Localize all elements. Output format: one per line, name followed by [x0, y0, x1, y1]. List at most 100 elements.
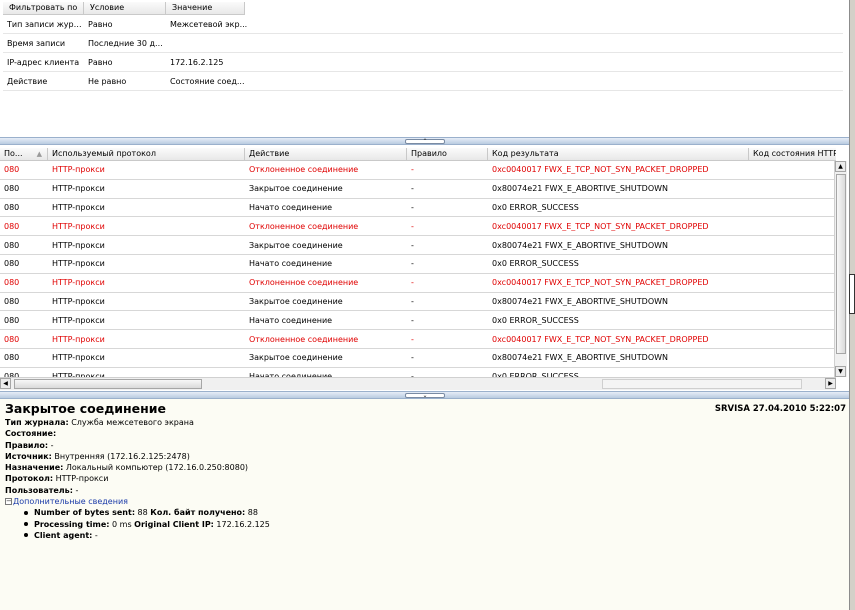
filter-header-field[interactable]: Фильтровать по — [3, 2, 84, 14]
col-http-status[interactable]: Код состояния HTTP — [749, 148, 836, 160]
filter-row[interactable]: Время записи Последние 30 д... — [3, 34, 843, 53]
col-protocol[interactable]: Используемый протокол — [48, 148, 245, 160]
cell-action: Отклоненное соединение — [249, 334, 359, 344]
side-panel-grip[interactable] — [849, 274, 855, 314]
cell-protocol: HTTP-прокси — [52, 296, 105, 306]
detail-field: Протокол: HTTP-прокси — [5, 473, 270, 484]
detail-field: Пользователь: - — [5, 485, 270, 496]
cell-port: 080 — [4, 184, 20, 194]
extra-field: Processing time: 0 ms Original Client IP… — [5, 519, 270, 530]
collapse-up-button[interactable]: ⌃ — [405, 138, 445, 145]
log-grid: По... ▲ Используемый протокол Действие Пр… — [0, 146, 855, 392]
log-row[interactable]: 080 HTTP-прокси Начато соединение -0x0 ERRO… — [0, 311, 836, 331]
filter-pane: Фильтровать по Условие Значение Тип запи… — [0, 0, 855, 137]
field-value: 0 ms — [109, 519, 135, 529]
log-row[interactable]: 080 HTTP-прокси Закрытое соединение - 0x8007… — [0, 236, 836, 255]
field-label: Тип журнала: — [5, 418, 69, 427]
additional-info-label[interactable]: Дополнительные сведения — [13, 497, 128, 506]
upper-splitter[interactable]: ⌃ — [0, 137, 855, 145]
cell-action: Закрытое соединение — [249, 240, 343, 250]
field-value: 172.16.2.125 — [213, 519, 270, 529]
cell-protocol: HTTP-прокси — [52, 240, 105, 250]
col-result-code[interactable]: Код результата — [488, 148, 749, 160]
filter-row[interactable]: Тип записи журн... Равно Межсетевой экр.… — [3, 15, 843, 34]
cell-rule: - — [411, 334, 414, 344]
cell-rule: - — [411, 240, 414, 250]
log-row[interactable]: 080 HTTP-прокси Отклоненное соединение - 0xc… — [0, 161, 836, 180]
lower-splitter[interactable]: ⌄ — [0, 391, 855, 399]
scroll-right-button[interactable]: ▶ — [825, 378, 836, 389]
log-row[interactable]: 080 HTTP-прокси Отклоненное соединение - 0xc… — [0, 330, 836, 349]
scroll-up-button[interactable]: ▲ — [835, 161, 846, 172]
cell-action: Отклоненное соединение — [249, 221, 359, 231]
col-port-label: По... — [4, 149, 23, 158]
cell-port: 080 — [4, 259, 20, 269]
detail-field: Правило: - — [5, 440, 270, 451]
cell-rule: - — [411, 315, 414, 325]
log-row[interactable]: 080 HTTP-прокси Закрытое соединение - 0x8007… — [0, 349, 836, 368]
scroll-left-button[interactable]: ◀ — [0, 378, 11, 389]
detail-title: Закрытое соединение — [5, 401, 167, 416]
col-port[interactable]: По... ▲ — [0, 148, 48, 160]
collapse-icon[interactable]: − — [5, 498, 12, 506]
additional-info-toggle[interactable]: −Дополнительные сведения — [5, 496, 270, 507]
field-value: HTTP-прокси — [53, 474, 109, 484]
field-label: Назначение: — [5, 463, 64, 473]
field-label: Processing time: — [34, 519, 110, 529]
cell-result-code: 0x80074e21 FWX_E_ABORTIVE_SHUTDOWN — [492, 240, 669, 250]
cell-port: 080 — [4, 240, 20, 250]
collapse-down-button[interactable]: ⌄ — [405, 393, 445, 399]
field-value: Служба межсетевого экрана — [68, 418, 194, 427]
cell-protocol: HTTP-прокси — [52, 334, 105, 344]
log-row[interactable]: 080 HTTP-прокси Начато соединение -0x0 ERRO… — [0, 368, 836, 377]
cell-result-code: 0x0 ERROR_SUCCESS — [492, 315, 579, 325]
cell-rule: - — [411, 165, 414, 175]
cell-result-code: 0x0 ERROR_SUCCESS — [492, 202, 579, 212]
cell-protocol: HTTP-прокси — [52, 259, 105, 269]
cell-result-code: 0xc0040017 FWX_E_TCP_NOT_SYN_PACKET_DROP… — [492, 278, 709, 288]
vertical-scroll-thumb[interactable] — [836, 174, 846, 354]
chevron-up-icon: ⌃ — [422, 138, 428, 145]
cell-action: Отклоненное соединение — [249, 278, 359, 288]
arrow-up-icon: ▲ — [838, 163, 843, 170]
cell-rule: - — [411, 278, 414, 288]
cell-rule: - — [411, 221, 414, 231]
log-row[interactable]: 080 HTTP-прокси Отклоненное соединение - 0xc… — [0, 217, 836, 237]
cell-result-code: 0x80074e21 FWX_E_ABORTIVE_SHUTDOWN — [492, 353, 669, 363]
arrow-down-icon: ▼ — [838, 368, 843, 375]
cell-rule: - — [411, 259, 414, 269]
horizontal-scroll-thumb[interactable] — [14, 379, 202, 389]
log-row[interactable]: 080 HTTP-прокси Начато соединение -0x0 ERRO… — [0, 255, 836, 274]
horizontal-scrollbar[interactable]: ◀ ▶ — [0, 377, 836, 390]
cell-protocol: HTTP-прокси — [52, 353, 105, 363]
vertical-scrollbar[interactable]: ▲ ▼ — [834, 161, 847, 377]
filter-row[interactable]: IP-адрес клиента Равно 172.16.2.125 — [3, 53, 843, 72]
field-label: Original Client IP: — [134, 519, 214, 529]
scroll-down-button[interactable]: ▼ — [835, 366, 846, 377]
cell-port: 080 — [4, 165, 20, 175]
arrow-left-icon: ◀ — [3, 380, 8, 387]
field-label: Правило: — [5, 440, 49, 450]
cell-protocol: HTTP-прокси — [52, 202, 105, 212]
filter-header-value[interactable]: Значение — [166, 2, 245, 14]
cell-port: 080 — [4, 353, 20, 363]
filter-row[interactable]: Действие Не равно Состояние соед... — [3, 72, 843, 91]
log-row[interactable]: 080 HTTP-прокси Отклоненное соединение - 0xc… — [0, 274, 836, 293]
col-rule[interactable]: Правило — [407, 148, 488, 160]
cell-result-code: 0xc0040017 FWX_E_TCP_NOT_SYN_PACKET_DROP… — [492, 221, 709, 231]
field-label: Number of bytes sent: — [34, 508, 136, 518]
log-row[interactable]: 080 HTTP-прокси Начато соединение -0x0 ERRO… — [0, 199, 836, 218]
filter-cell-field: Тип записи журн... — [7, 19, 84, 29]
filter-cell-field: IP-адрес клиента — [7, 57, 80, 67]
field-value: Внутренняя (172.16.2.125:2478) — [51, 451, 190, 461]
cell-protocol: HTTP-прокси — [52, 315, 105, 325]
extra-field: Client agent: - — [5, 530, 270, 541]
field-label: Протокол: — [5, 474, 54, 484]
log-row[interactable]: 080 HTTP-прокси Закрытое соединение - 0x8007… — [0, 293, 836, 312]
cell-result-code: 0xc0040017 FWX_E_TCP_NOT_SYN_PACKET_DROP… — [492, 334, 709, 344]
filter-header-condition[interactable]: Условие — [84, 2, 166, 14]
log-row[interactable]: 080 HTTP-прокси Закрытое соединение - 0x8007… — [0, 180, 836, 199]
cell-result-code: 0x80074e21 FWX_E_ABORTIVE_SHUTDOWN — [492, 296, 669, 306]
cell-action: Начато соединение — [249, 202, 333, 212]
col-action[interactable]: Действие — [245, 148, 407, 160]
